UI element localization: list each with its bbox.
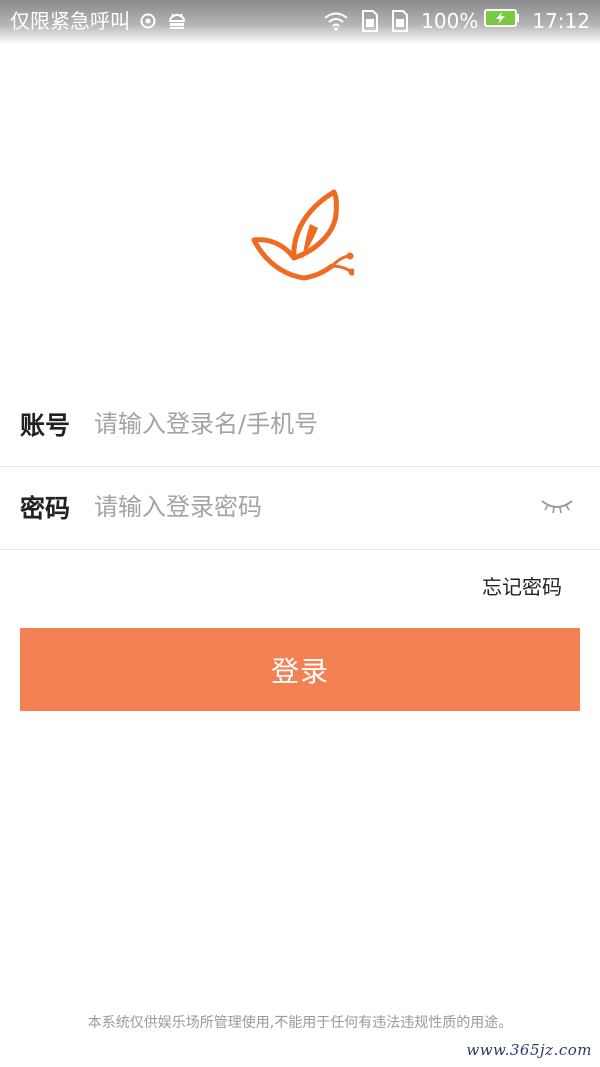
wifi-icon <box>323 11 349 31</box>
status-bar: 仅限紧急呼叫 100% 17:12 <box>0 0 600 44</box>
account-label: 账号 <box>20 411 71 440</box>
sim1-icon <box>361 10 379 32</box>
disclaimer-text: 本系统仅供娱乐场所管理使用,不能用于任何有违法违规性质的用途。 <box>87 1015 513 1031</box>
watermark: www.365jz.com <box>466 1041 592 1059</box>
account-row: 账号 <box>0 382 600 467</box>
password-input[interactable] <box>94 487 600 527</box>
sim2-icon <box>391 10 409 32</box>
account-input[interactable] <box>94 404 600 444</box>
butterfly-logo-icon <box>248 186 356 286</box>
battery-percent: 100% <box>421 9 479 33</box>
password-label: 密码 <box>20 494 71 523</box>
location-icon <box>138 11 158 31</box>
battery-charging-icon <box>484 7 520 35</box>
login-button[interactable]: 登录 <box>20 628 580 711</box>
forgot-password-link[interactable]: 忘记密码 <box>482 571 562 600</box>
android-debug-icon <box>166 11 188 31</box>
status-right: 100% 17:12 <box>323 7 590 35</box>
password-row: 密码 <box>0 465 600 550</box>
carrier-text: 仅限紧急呼叫 <box>10 9 130 33</box>
status-left: 仅限紧急呼叫 <box>10 7 188 35</box>
clock-time: 17:12 <box>532 9 590 33</box>
eye-closed-icon[interactable] <box>540 495 574 519</box>
